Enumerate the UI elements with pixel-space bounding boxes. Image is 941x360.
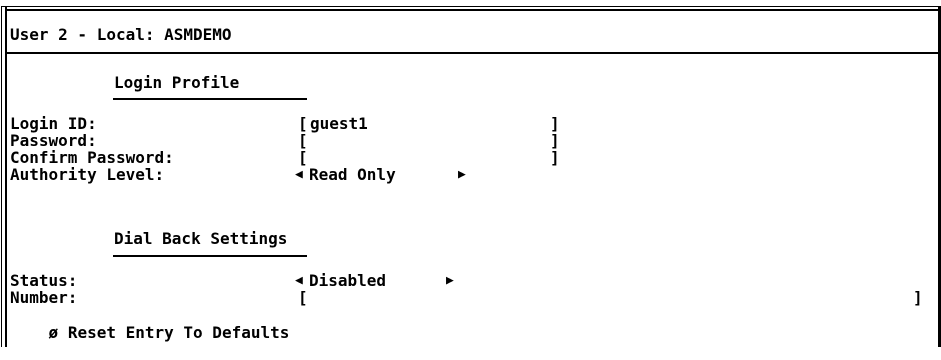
dial-back-heading: Dial Back Settings — [114, 229, 288, 248]
login-profile-underline — [113, 98, 307, 100]
border-left-inner — [5, 6, 7, 347]
login-profile-heading: Login Profile — [114, 73, 240, 92]
number-open-bracket: [ — [298, 288, 308, 307]
terminal-window: User 2 - Local: ASMDEMO Login Profile Lo… — [0, 0, 941, 347]
login-id-input[interactable]: guest1 — [310, 115, 368, 133]
authority-level-left-arrow-icon[interactable]: ◀ — [295, 166, 303, 184]
number-close-bracket: ] — [913, 288, 923, 307]
dial-back-underline — [113, 255, 307, 257]
reset-entry-label: Reset Entry To Defaults — [67, 323, 290, 342]
password-input[interactable] — [310, 132, 546, 150]
authority-level-label: Authority Level: — [10, 165, 165, 184]
number-input[interactable] — [310, 289, 910, 307]
border-left-outer — [1, 6, 2, 347]
border-top-inner — [5, 9, 941, 11]
status-right-arrow-icon[interactable]: ▶ — [446, 272, 454, 290]
border-top-outer — [1, 6, 941, 7]
authority-level-right-arrow-icon[interactable]: ▶ — [458, 166, 466, 184]
title-separator — [5, 52, 941, 54]
window-title: User 2 - Local: ASMDEMO — [10, 25, 232, 44]
confirm-password-open-bracket: [ — [298, 148, 308, 167]
authority-level-selector[interactable]: Read Only — [309, 166, 396, 184]
number-label: Number: — [10, 288, 78, 307]
confirm-password-close-bracket: ] — [550, 148, 560, 167]
reset-glyph-icon: ø — [48, 323, 59, 342]
reset-entry-option[interactable]: ø Reset Entry To Defaults — [10, 306, 290, 342]
status-selector[interactable]: Disabled — [309, 272, 386, 290]
